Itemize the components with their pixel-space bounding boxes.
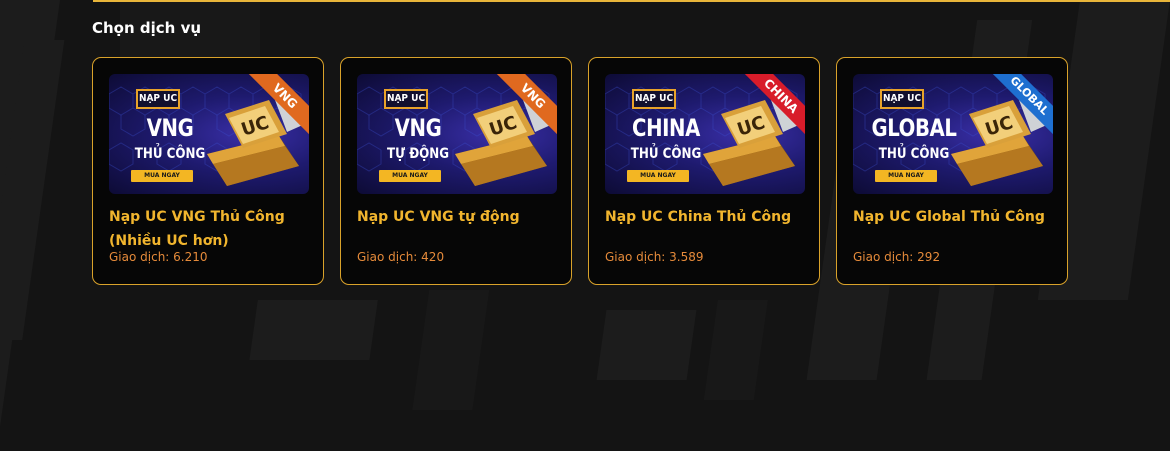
- banner-region: GLOBAL: [871, 114, 957, 142]
- banner-buy-now: MUA NGAY: [627, 170, 689, 182]
- service-title[interactable]: Nạp UC China Thủ Công: [605, 205, 803, 253]
- banner-mode: THỦ CÔNG: [630, 146, 702, 162]
- service-title[interactable]: Nạp UC VNG tự động: [357, 205, 555, 253]
- service-title[interactable]: Nạp UC Global Thủ Công: [853, 205, 1051, 253]
- transaction-count: Giao dịch: 3.589: [605, 250, 803, 264]
- service-banner: UC NẠP UC VNG TỰ ĐỘNG MUA NGAY VNG: [357, 74, 557, 194]
- section-title: Chọn dịch vụ: [92, 19, 202, 37]
- transaction-value: 292: [917, 250, 941, 264]
- banner-region: CHINA: [632, 114, 700, 142]
- transaction-label: Giao dịch:: [109, 250, 170, 264]
- banner-badge: NẠP UC: [136, 89, 180, 109]
- top-divider: [93, 0, 1170, 2]
- service-card-china-manual[interactable]: UC NẠP UC CHINA THỦ CÔNG MUA NGAY CHINA …: [588, 57, 820, 285]
- service-title[interactable]: Nạp UC VNG Thủ Công (Nhiều UC hơn): [109, 205, 307, 253]
- transaction-label: Giao dịch:: [357, 250, 418, 264]
- banner-badge: NẠP UC: [632, 89, 676, 109]
- banner-badge: NẠP UC: [384, 89, 428, 109]
- transaction-count: Giao dịch: 420: [357, 250, 555, 264]
- service-card-global-manual[interactable]: UC NẠP UC GLOBAL THỦ CÔNG MUA NGAY GLOBA…: [836, 57, 1068, 285]
- service-banner: UC NẠP UC VNG THỦ CÔNG MUA NGAY VNG: [109, 74, 309, 194]
- service-card-vng-manual[interactable]: UC NẠP UC VNG THỦ CÔNG MUA NGAY VNG Nạp …: [92, 57, 324, 285]
- banner-region: VNG: [394, 114, 442, 142]
- service-card-list: UC NẠP UC VNG THỦ CÔNG MUA NGAY VNG Nạp …: [92, 57, 1068, 285]
- service-banner: UC NẠP UC GLOBAL THỦ CÔNG MUA NGAY GLOBA…: [853, 74, 1053, 194]
- banner-badge: NẠP UC: [880, 89, 924, 109]
- transaction-value: 420: [421, 250, 445, 264]
- service-banner: UC NẠP UC CHINA THỦ CÔNG MUA NGAY CHINA: [605, 74, 805, 194]
- banner-mode: THỦ CÔNG: [878, 146, 950, 162]
- banner-buy-now: MUA NGAY: [379, 170, 441, 182]
- transaction-label: Giao dịch:: [605, 250, 666, 264]
- transaction-value: 6.210: [173, 250, 208, 264]
- service-card-vng-auto[interactable]: UC NẠP UC VNG TỰ ĐỘNG MUA NGAY VNG Nạp U…: [340, 57, 572, 285]
- banner-buy-now: MUA NGAY: [131, 170, 193, 182]
- banner-buy-now: MUA NGAY: [875, 170, 937, 182]
- transaction-count: Giao dịch: 292: [853, 250, 1051, 264]
- transaction-value: 3.589: [669, 250, 704, 264]
- banner-mode: TỰ ĐỘNG: [386, 146, 450, 162]
- banner-region: VNG: [146, 114, 194, 142]
- transaction-label: Giao dịch:: [853, 250, 914, 264]
- banner-mode: THỦ CÔNG: [134, 146, 206, 162]
